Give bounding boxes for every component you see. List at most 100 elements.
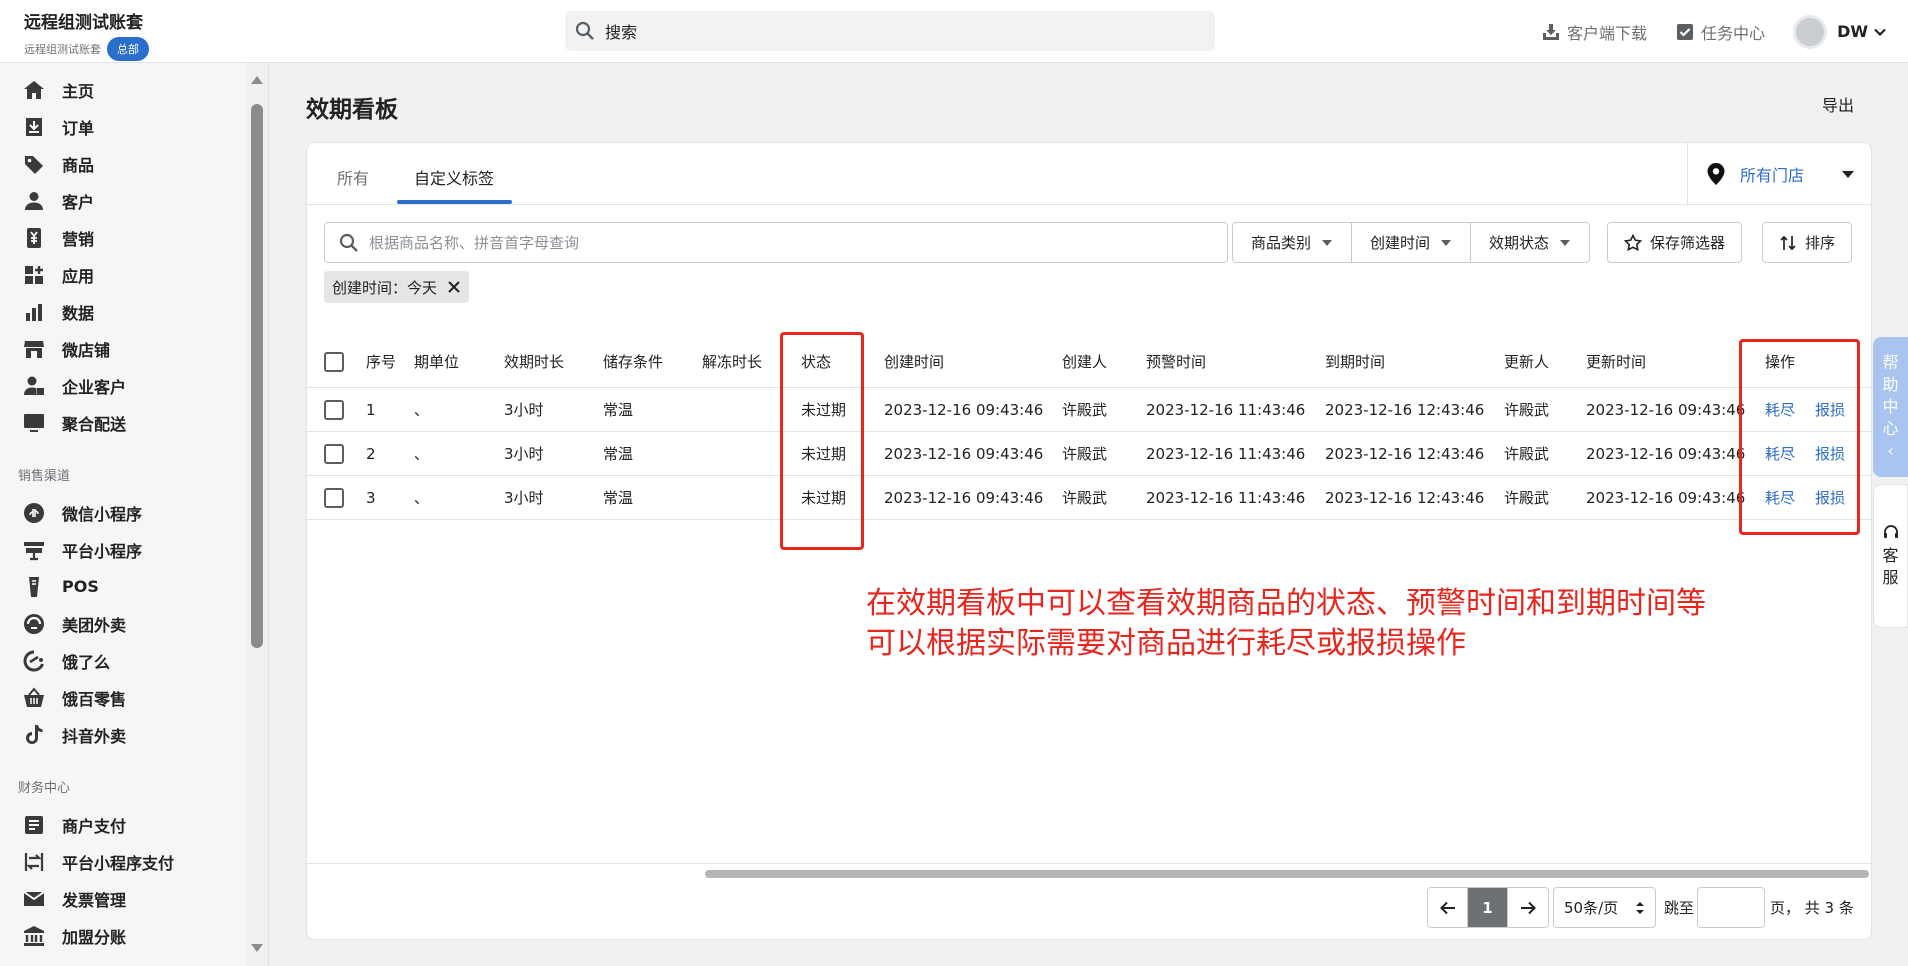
sidebar-item-6-sales[interactable]: 饿百零售 <box>0 679 246 716</box>
page-size-select[interactable]: 50条/页 <box>1553 887 1656 928</box>
tab-all[interactable]: 所有 <box>337 165 369 189</box>
sidebar-item-9-main[interactable]: 企业客户 <box>0 367 246 404</box>
client-download-link[interactable]: 客户端下载 <box>1541 20 1647 44</box>
row-checkbox[interactable] <box>324 443 344 464</box>
column-header-act: 操作 <box>1765 353 1796 371</box>
sidebar-item-1-sales[interactable]: 微信小程序 <box>0 494 246 531</box>
sidebar-item-4-finance[interactable]: 加盟分账 <box>0 917 246 954</box>
sidebar-item-5-main[interactable]: 营销 <box>0 219 246 256</box>
cell-updater: 许殿武 <box>1504 445 1550 463</box>
task-center-link[interactable]: 任务中心 <box>1675 20 1765 44</box>
cell-unit: 、 <box>414 445 430 463</box>
arrow-right-icon <box>1521 901 1536 914</box>
cell-storage: 常温 <box>603 401 634 419</box>
column-header-warn: 预警时间 <box>1146 353 1207 371</box>
report-loss-link[interactable]: 报损 <box>1815 487 1845 508</box>
sidebar-item-6-main[interactable]: 应用 <box>0 256 246 293</box>
sidebar-item-10-main[interactable]: 聚合配送 <box>0 404 246 441</box>
table-horizontal-scrollbar[interactable] <box>307 863 1871 883</box>
caret-down-icon <box>1322 239 1333 246</box>
cell-created: 2023-12-16 09:43:46 <box>884 444 1044 463</box>
export-button[interactable]: 导出 <box>1822 92 1854 116</box>
column-header-updater: 更新人 <box>1504 353 1550 371</box>
save-filter-button[interactable]: 保存筛选器 <box>1607 222 1743 263</box>
sidebar-item-label: 微店铺 <box>62 340 111 360</box>
sidebar-item-1-main[interactable]: 主页 <box>0 71 246 108</box>
store-filter-dropdown[interactable]: 所有门店 <box>1687 143 1871 205</box>
filter-product-category[interactable]: 商品类别 <box>1233 223 1353 262</box>
close-icon[interactable] <box>447 280 461 294</box>
deplete-link[interactable]: 耗尽 <box>1765 443 1795 464</box>
scroll-down-icon[interactable] <box>250 942 264 954</box>
row-checkbox[interactable] <box>324 399 344 420</box>
sidebar-item-4-sales[interactable]: 美团外卖 <box>0 605 246 642</box>
global-search-input[interactable]: 搜索 <box>565 11 1215 51</box>
sidebar-item-1-finance[interactable]: 商户支付 <box>0 806 246 843</box>
help-center-tab[interactable]: 帮助中心 ‹ <box>1873 337 1908 477</box>
cell-created: 2023-12-16 09:43:46 <box>884 488 1044 507</box>
tab-custom-label[interactable]: 自定义标签 <box>414 165 494 189</box>
sidebar-item-7-main[interactable]: 数据 <box>0 293 246 330</box>
jump-page-input[interactable] <box>1697 887 1765 928</box>
sidebar-item-5-sales[interactable]: 饿了么 <box>0 642 246 679</box>
account-switcher[interactable]: 远程组测试账套 远程组测试账套 总部 <box>24 8 149 61</box>
prev-page-button[interactable] <box>1428 888 1468 927</box>
filter-expiry-status[interactable]: 效期状态 <box>1471 223 1589 262</box>
sidebar-item-3-main[interactable]: 商品 <box>0 145 246 182</box>
sidebar-item-7-sales[interactable]: 抖音外卖 <box>0 716 246 753</box>
sidebar-item-label: 营销 <box>62 229 95 249</box>
user-menu[interactable]: DW <box>1837 22 1888 41</box>
select-all-checkbox[interactable] <box>324 351 344 372</box>
sidebar-item-2-finance[interactable]: 平台小程序支付 <box>0 843 246 880</box>
tag-icon <box>25 155 43 174</box>
column-header-duration: 效期时长 <box>504 353 565 371</box>
row-checkbox[interactable] <box>324 487 344 508</box>
invoice-icon <box>23 890 45 906</box>
active-tab-indicator <box>397 200 512 204</box>
sidebar-item-label: 企业客户 <box>62 377 127 397</box>
sidebar-divider <box>268 63 269 966</box>
sort-button[interactable]: 排序 <box>1762 222 1853 263</box>
filter-create-time[interactable]: 创建时间 <box>1352 223 1472 262</box>
report-loss-link[interactable]: 报损 <box>1815 443 1845 464</box>
cell-status: 未过期 <box>801 489 847 507</box>
sidebar-item-8-main[interactable]: 微店铺 <box>0 330 246 367</box>
report-loss-link[interactable]: 报损 <box>1815 399 1845 420</box>
column-header-status: 状态 <box>801 353 832 371</box>
sidebar-item-3-finance[interactable]: 发票管理 <box>0 880 246 917</box>
expiry-table: 序号 期单位 效期时长 储存条件 解冻时长 状态 创建时间 创建人 预警时间 到期时间 更新人 更新时… <box>307 336 1871 520</box>
customer-service-tab[interactable]: 客服 <box>1873 484 1908 628</box>
scroll-up-icon[interactable] <box>250 74 264 86</box>
sidebar-item-label: 应用 <box>62 266 95 286</box>
deplete-link[interactable]: 耗尽 <box>1765 399 1795 420</box>
product-search-input[interactable]: 根据商品名称、拼音首字母查询 <box>324 222 1228 263</box>
table-row: 3 、 3小时 常温 未过期 2023-12-16 09:43:46 许殿武 2023-12-… <box>307 476 1871 520</box>
column-header-creator: 创建人 <box>1062 353 1108 371</box>
sidebar-item-label: 聚合配送 <box>62 414 127 434</box>
sidebar-item-3-sales[interactable]: POS <box>0 568 246 605</box>
sidebar-item-2-sales[interactable]: 平台小程序 <box>0 531 246 568</box>
annotation-line-1: 在效期看板中可以查看效期商品的状态、预警时间和到期时间等 <box>866 586 1706 621</box>
monitor-icon <box>24 413 44 432</box>
cell-status: 未过期 <box>801 401 847 419</box>
page-title: 效期看板 <box>306 97 398 123</box>
sidebar-scrollbar-thumb[interactable] <box>251 104 263 648</box>
client-download-label: 客户端下载 <box>1567 23 1648 43</box>
next-page-button[interactable] <box>1508 888 1548 927</box>
chart-icon <box>26 303 42 321</box>
doc-icon <box>25 815 43 834</box>
sidebar-item-4-main[interactable]: 客户 <box>0 182 246 219</box>
sidebar-item-label: 平台小程序 <box>62 541 143 561</box>
cell-duration: 3小时 <box>504 401 544 419</box>
current-page[interactable]: 1 <box>1468 888 1508 927</box>
cell-storage: 常温 <box>603 445 634 463</box>
table-row: 1 、 3小时 常温 未过期 2023-12-16 09:43:46 许殿武 2023-12-… <box>307 388 1871 432</box>
task-check-icon <box>1677 23 1694 40</box>
sidebar-item-2-main[interactable]: 订单 <box>0 108 246 145</box>
table-row: 2 、 3小时 常温 未过期 2023-12-16 09:43:46 许殿武 2023-12-… <box>307 432 1871 476</box>
table-scrollbar-thumb[interactable] <box>705 870 1869 878</box>
avatar[interactable] <box>1793 14 1828 49</box>
sidebar-item-label: 平台小程序支付 <box>62 853 175 873</box>
deplete-link[interactable]: 耗尽 <box>1765 487 1795 508</box>
column-header-thaw: 解冻时长 <box>702 353 763 371</box>
